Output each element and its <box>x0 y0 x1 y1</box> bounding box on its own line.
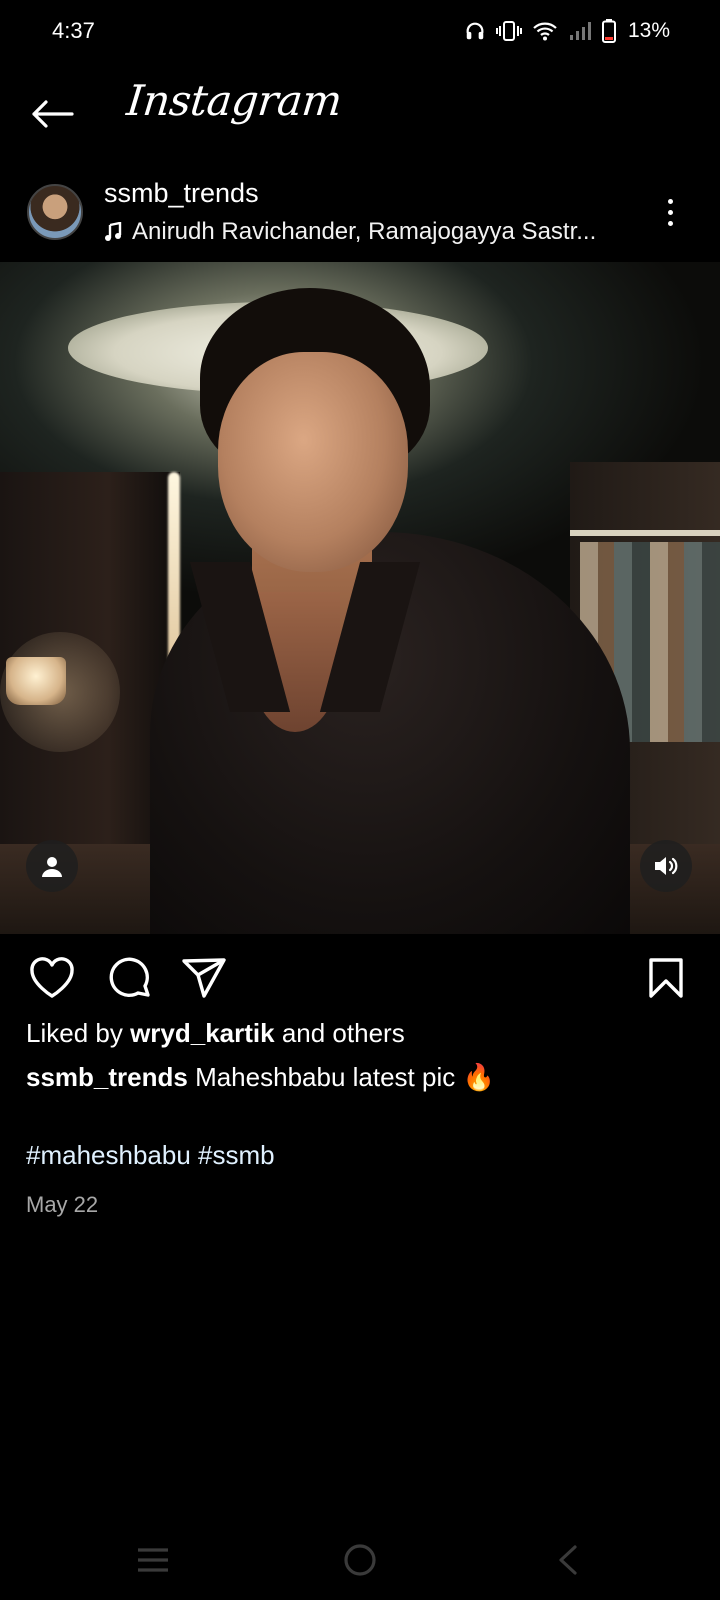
hashtag-link[interactable]: #ssmb <box>198 1140 275 1170</box>
circle-icon <box>344 1544 376 1576</box>
sound-button[interactable] <box>640 840 692 892</box>
lamp <box>6 657 66 705</box>
hashtag-link[interactable]: #maheshbabu <box>26 1140 191 1170</box>
likes-suffix: and others <box>274 1018 405 1048</box>
wifi-icon <box>533 22 557 41</box>
dot <box>667 198 673 204</box>
clothes-rail <box>570 530 720 536</box>
system-back-button[interactable] <box>545 1538 589 1582</box>
likes-summary[interactable]: Liked by wryd_kartik and others <box>26 1018 405 1049</box>
avatar[interactable] <box>27 184 83 240</box>
share-button[interactable] <box>180 954 228 1002</box>
post-image[interactable] <box>0 262 720 934</box>
like-button[interactable] <box>28 954 76 1002</box>
caption-username[interactable]: ssmb_trends <box>26 1062 188 1092</box>
send-icon <box>182 958 226 998</box>
menu-icon <box>138 1548 168 1572</box>
comment-icon <box>109 957 150 997</box>
likes-prefix: Liked by <box>26 1018 131 1048</box>
back-button[interactable] <box>28 90 76 138</box>
liked-by-user[interactable]: wryd_kartik <box>130 1018 275 1048</box>
audio-title: Anirudh Ravichander, Ramajogayya Sastr..… <box>132 218 597 245</box>
comment-button[interactable] <box>106 954 154 1002</box>
dot <box>667 220 673 226</box>
app-header: Instagram <box>0 62 720 162</box>
tagged-users-button[interactable] <box>26 840 78 892</box>
more-options-button[interactable] <box>658 190 682 234</box>
status-bar: 4:37 13% <box>0 0 720 62</box>
dot <box>667 209 673 215</box>
status-time: 4:37 <box>52 18 95 43</box>
hashtags: #maheshbabu #ssmb <box>26 1140 275 1171</box>
arrow-left-icon <box>32 100 74 128</box>
music-note-icon <box>105 222 122 241</box>
post-header: ssmb_trends Anirudh Ravichander, Ramajog… <box>0 172 720 258</box>
bookmark-icon <box>649 958 683 998</box>
signal-icon <box>569 22 591 40</box>
home-button[interactable] <box>338 1538 382 1582</box>
battery-icon <box>601 19 616 43</box>
status-icons: 13% <box>464 16 670 46</box>
audio-link[interactable]: Anirudh Ravichander, Ramajogayya Sastr..… <box>104 218 596 246</box>
headphones-icon <box>466 22 484 40</box>
person-face <box>218 352 408 572</box>
instagram-logo: Instagram <box>124 76 345 125</box>
post-actions <box>0 934 720 1014</box>
battery-level: 13% <box>627 19 670 42</box>
vibrate-icon <box>495 21 522 41</box>
post-caption: ssmb_trends Maheshbabu latest pic 🔥 <box>26 1062 696 1093</box>
post-username[interactable]: ssmb_trends <box>104 178 259 209</box>
volume-icon <box>655 857 678 875</box>
save-button[interactable] <box>642 954 690 1002</box>
caption-text: Maheshbabu latest pic 🔥 <box>187 1062 495 1092</box>
heart-icon <box>30 957 74 998</box>
recent-apps-button[interactable] <box>131 1538 175 1582</box>
post-date: May 22 <box>26 1192 99 1217</box>
chevron-left-icon <box>559 1545 577 1575</box>
system-nav-bar <box>0 1520 720 1600</box>
person-icon <box>42 857 62 877</box>
